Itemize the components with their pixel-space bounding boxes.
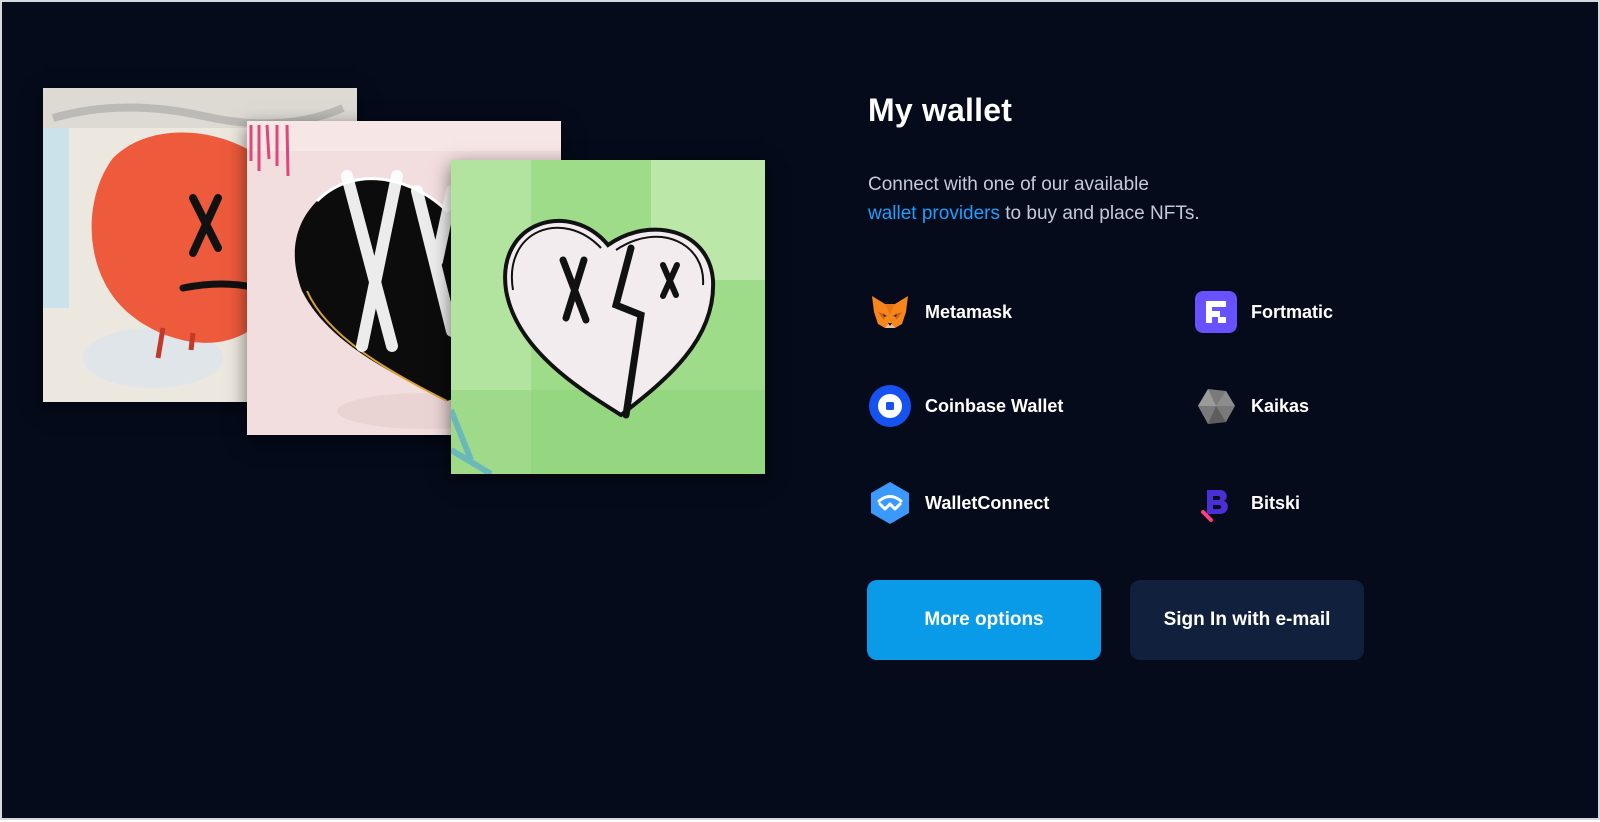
wallet-providers-link[interactable]: wallet providers	[868, 203, 1000, 224]
page-title: My wallet	[868, 92, 1013, 128]
provider-metamask[interactable]: Metamask	[868, 288, 1012, 336]
wallet-description: Connect with one of our available wallet …	[868, 170, 1328, 228]
sign-in-email-button[interactable]: Sign In with e-mail	[1130, 580, 1364, 660]
artwork-stack	[2, 2, 802, 822]
green-heart-artwork	[451, 160, 765, 474]
fortmatic-icon	[1194, 290, 1238, 334]
provider-walletconnect[interactable]: WalletConnect	[868, 479, 1049, 527]
walletconnect-icon	[868, 481, 912, 525]
provider-label: Metamask	[925, 301, 1013, 322]
provider-label: Coinbase Wallet	[925, 395, 1064, 416]
description-prefix: Connect with one of our available	[868, 174, 1149, 195]
description-suffix: to buy and place NFTs.	[1005, 203, 1200, 224]
kaikas-icon	[1194, 384, 1238, 428]
provider-coinbase-wallet[interactable]: Coinbase Wallet	[868, 382, 1063, 430]
provider-label: Bitski	[1251, 492, 1301, 513]
provider-fortmatic[interactable]: Fortmatic	[1194, 288, 1333, 336]
provider-label: Kaikas	[1251, 395, 1310, 416]
metamask-fox-icon	[868, 290, 912, 334]
provider-kaikas[interactable]: Kaikas	[1194, 382, 1309, 430]
provider-bitski[interactable]: Bitski	[1194, 479, 1300, 527]
provider-label: Fortmatic	[1251, 301, 1334, 322]
coinbase-icon	[868, 384, 912, 428]
wallet-page: My wallet Connect with one of our availa…	[0, 0, 1600, 820]
more-options-button[interactable]: More options	[867, 580, 1101, 660]
bitski-icon	[1194, 481, 1238, 525]
provider-label: WalletConnect	[925, 492, 1050, 513]
